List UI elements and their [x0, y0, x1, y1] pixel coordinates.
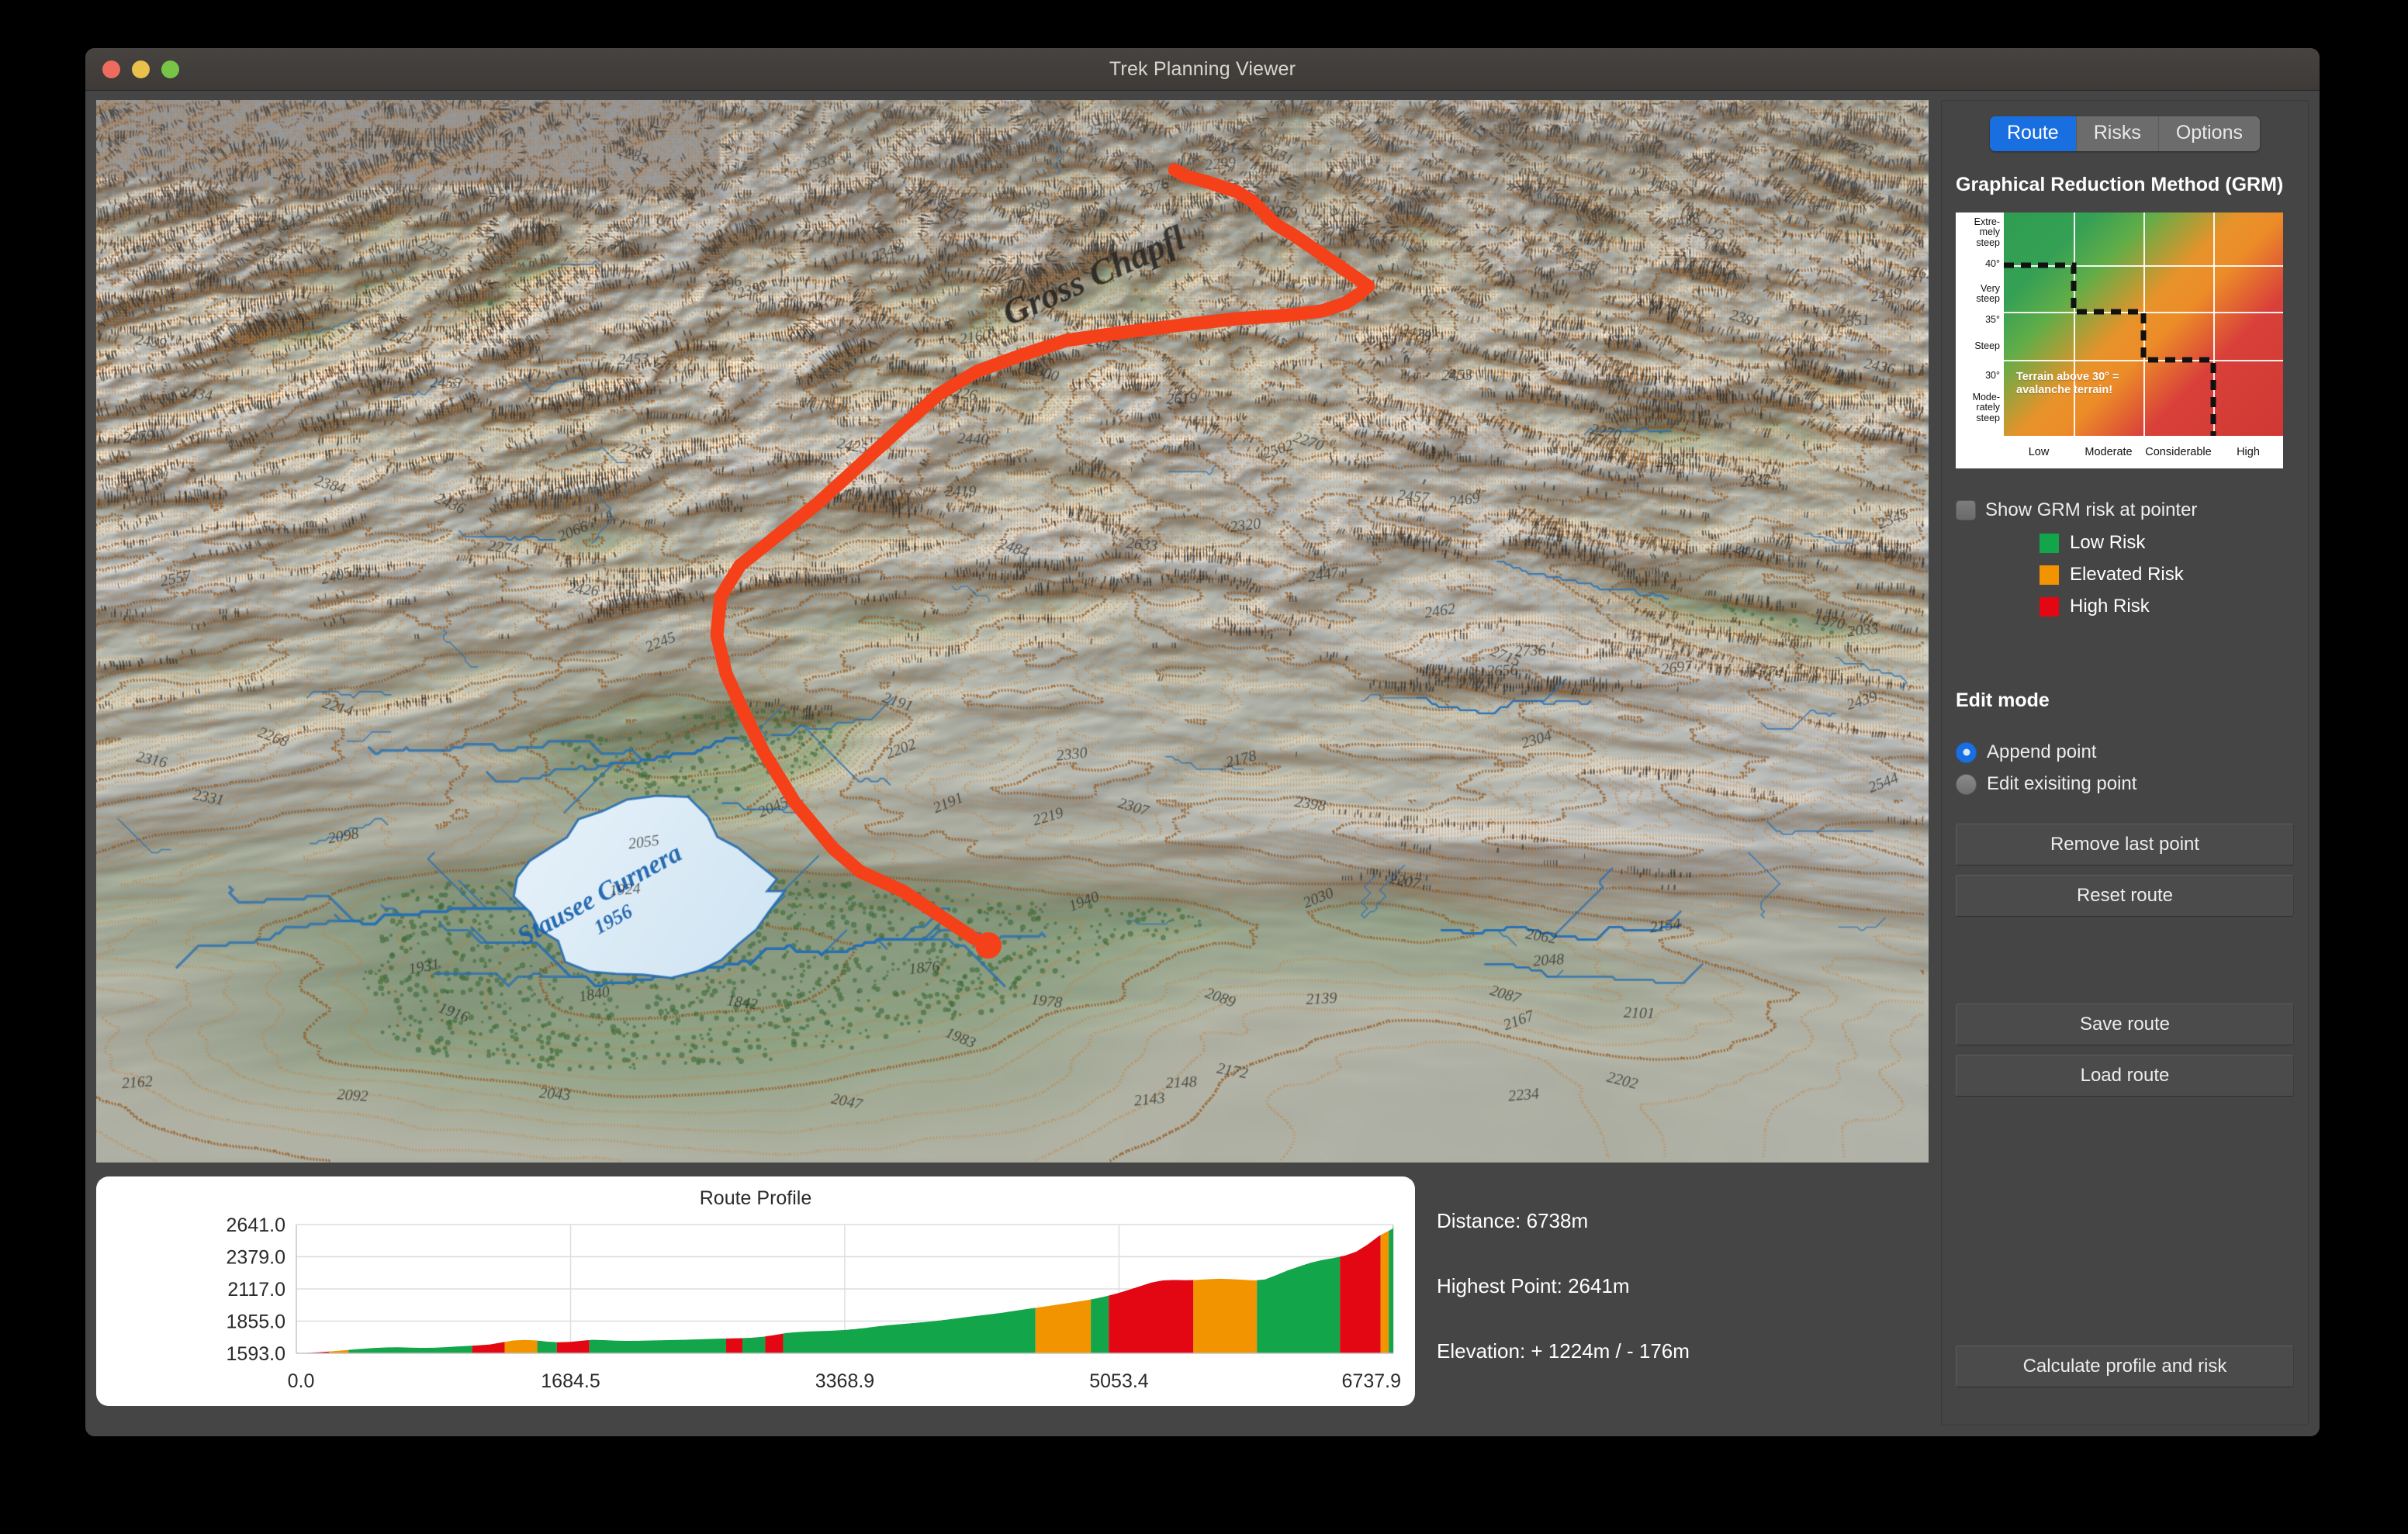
route-polyline [710, 163, 1375, 952]
svg-text:2117.0: 2117.0 [227, 1279, 285, 1301]
grm-y-axis-labels: Extre- mely steep 40° Very steep 35° Ste… [1956, 212, 2004, 436]
window-body: Route Profile 1593.0 1855.0 2117.0 2379.0 26… [85, 91, 2320, 1436]
grm-ylabel-extremely-steep: Extre- mely steep [1974, 216, 2000, 248]
reset-route-button[interactable]: Reset route [1956, 874, 2294, 917]
grm-threshold-staircase [2004, 262, 2216, 436]
left-column: Route Profile 1593.0 1855.0 2117.0 2379.0 26… [96, 100, 1929, 1425]
grm-xlabel-considerable: Considerable [2145, 445, 2212, 458]
grm-xlabel-low: Low [2028, 445, 2050, 458]
route-profile-card: Route Profile 1593.0 1855.0 2117.0 2379.0 26… [96, 1176, 1415, 1406]
legend-row-low-risk: Low Risk [2040, 527, 2294, 559]
load-route-button[interactable]: Load route [1956, 1054, 2294, 1097]
window-title: Trek Planning Viewer [1109, 57, 1296, 80]
route-overlay [710, 163, 1375, 959]
tab-options[interactable]: Options [2158, 116, 2260, 151]
svg-text:1593.0: 1593.0 [227, 1343, 285, 1365]
svg-text:2641.0: 2641.0 [227, 1214, 285, 1236]
show-grm-risk-label: Show GRM risk at pointer [1985, 499, 2198, 520]
calculate-profile-and-risk-button[interactable]: Calculate profile and risk [1956, 1346, 2294, 1387]
svg-text:1855.0: 1855.0 [227, 1311, 285, 1333]
legend-row-elevated-risk: Elevated Risk [2040, 559, 2294, 591]
low-risk-swatch-icon [2040, 533, 2059, 553]
high-risk-swatch-icon [2040, 596, 2059, 617]
remove-last-point-button[interactable]: Remove last point [1956, 823, 2294, 865]
append-point-label: Append point [1987, 741, 2097, 762]
grm-avalanche-note: Terrain above 30° = avalanche terrain! [2016, 370, 2119, 397]
svg-text:2379.0: 2379.0 [227, 1247, 285, 1269]
svg-text:3368.9: 3368.9 [815, 1370, 874, 1392]
grm-matrix-figure: Extre- mely steep 40° Very steep 35° Ste… [1956, 212, 2283, 468]
tab-risks[interactable]: Risks [2076, 116, 2159, 151]
risk-legend: Low Risk Elevated Risk High Risk [1956, 527, 2294, 623]
grm-xlabel-moderate: Moderate [2085, 445, 2133, 458]
radio-row-append-point[interactable]: Append point [1956, 737, 2294, 769]
route-start-marker[interactable] [975, 932, 1002, 959]
elevated-risk-swatch-icon [2040, 565, 2059, 585]
legend-label-elevated-risk: Elevated Risk [2070, 564, 2184, 585]
show-grm-risk-checkbox[interactable] [1956, 499, 1976, 520]
tab-route[interactable]: Route [1990, 116, 2077, 151]
stat-elevation: Elevation: + 1224m / - 176m [1437, 1339, 1690, 1363]
svg-text:0.0: 0.0 [288, 1370, 315, 1392]
svg-text:5053.4: 5053.4 [1089, 1370, 1149, 1392]
route-profile-chart: 1593.0 1855.0 2117.0 2379.0 2641.0 0.0 1684.5 3… [227, 1214, 1401, 1392]
svg-text:6737.9: 6737.9 [1342, 1370, 1401, 1392]
sidebar-panel: Route Risks Options Graphical Reduction … [1941, 100, 2309, 1425]
legend-label-high-risk: High Risk [2070, 596, 2150, 617]
legend-row-high-risk: High Risk [2040, 591, 2294, 623]
bottom-strip: Route Profile 1593.0 1855.0 2117.0 2379.0 26… [96, 1176, 1929, 1425]
grm-ylabel-40deg: 40° [1985, 257, 2000, 269]
route-stats-panel: Distance: 6738m Highest Point: 2641m Ele… [1437, 1176, 1902, 1406]
edit-mode-radio-group: Append point Edit exisiting point [1956, 737, 2294, 800]
sidebar-tab-bar: Route Risks Options [1990, 116, 2260, 151]
grm-ylabel-very-steep: Very steep [1976, 282, 2000, 304]
append-point-radio[interactable] [1956, 741, 1977, 763]
grm-ylabel-moderately-steep: Mode- rately steep [1972, 391, 2000, 423]
grm-ylabel-35deg: 35° [1985, 313, 2000, 325]
edit-existing-point-label: Edit exisiting point [1987, 773, 2137, 794]
grm-section-heading: Graphical Reduction Method (GRM) [1956, 174, 2284, 195]
grm-ylabel-steep: Steep [1974, 340, 2000, 351]
stat-highest-point: Highest Point: 2641m [1437, 1274, 1630, 1297]
svg-text:1684.5: 1684.5 [541, 1370, 600, 1392]
window-titlebar: Trek Planning Viewer [85, 48, 2320, 91]
save-route-button[interactable]: Save route [1956, 1003, 2294, 1045]
stat-distance: Distance: 6738m [1437, 1209, 1589, 1232]
grm-x-axis-labels: Low Moderate Considerable High [2004, 435, 2283, 468]
terrain-map-viewport[interactable] [96, 100, 1929, 1163]
grm-ylabel-30deg: 30° [1985, 369, 2000, 381]
show-grm-risk-at-pointer-row[interactable]: Show GRM risk at pointer [1956, 499, 2294, 521]
edit-existing-point-radio[interactable] [1956, 773, 1977, 795]
application-window: Trek Planning Viewer Route Profile 1593.… [85, 48, 2320, 1436]
legend-label-low-risk: Low Risk [2070, 532, 2146, 553]
edit-mode-heading: Edit mode [1956, 689, 2050, 711]
radio-row-edit-existing-point[interactable]: Edit exisiting point [1956, 769, 2294, 800]
grm-xlabel-high: High [2237, 445, 2260, 458]
